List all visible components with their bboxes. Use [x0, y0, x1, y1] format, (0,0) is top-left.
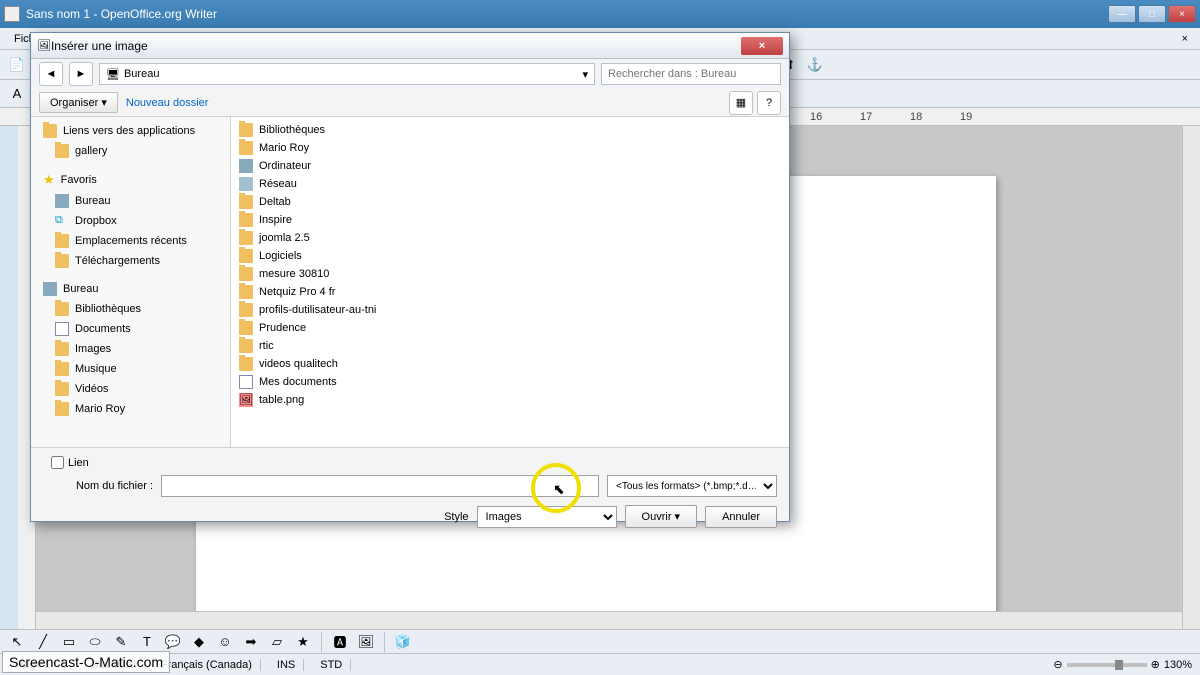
nav-fwd-icon[interactable]: ►: [69, 62, 93, 86]
sidebar-item-downloads[interactable]: Téléchargements: [31, 251, 230, 271]
sidebar-links-header[interactable]: Liens vers des applications: [31, 121, 230, 141]
horizontal-scrollbar[interactable]: [36, 611, 1182, 629]
window-titlebar: Sans nom 1 - OpenOffice.org Writer — □ ×: [0, 0, 1200, 28]
style-label: Style: [359, 511, 469, 523]
chevron-down-icon[interactable]: ▾: [582, 68, 588, 81]
organiser-button[interactable]: Organiser ▾: [39, 92, 118, 113]
doc-close-icon[interactable]: ×: [1176, 31, 1194, 47]
callout-icon[interactable]: 💬: [162, 631, 184, 653]
status-ins[interactable]: INS: [269, 659, 304, 671]
window-title: Sans nom 1 - OpenOffice.org Writer: [26, 7, 1108, 21]
status-std[interactable]: STD: [312, 659, 351, 671]
statusbar: Page 1 / 1 Standard Français (Canada) IN…: [0, 653, 1200, 675]
drawing-toolbar: ↖ ╱ ▭ ⬭ ✎ T 💬 ◆ ☺ ➡ ▱ ★ 🅰 🖼 🧊: [0, 629, 1200, 653]
maximize-button[interactable]: □: [1138, 5, 1166, 23]
dialog-sidebar: Liens vers des applications gallery ★Fav…: [31, 117, 231, 447]
dialog-close-button[interactable]: ×: [741, 37, 783, 55]
open-button[interactable]: Ouvrir ▾: [625, 505, 698, 528]
dialog-icon: 🖼: [37, 39, 51, 52]
symbol-icon[interactable]: ☺: [214, 631, 236, 653]
freeform-icon[interactable]: ✎: [110, 631, 132, 653]
file-item[interactable]: Inspire: [231, 211, 789, 229]
sidebar-item-images[interactable]: Images: [31, 339, 230, 359]
sidebar-item-marioroy[interactable]: Mario Roy: [31, 399, 230, 419]
filter-select[interactable]: <Tous les formats> (*.bmp;*.d…: [607, 475, 777, 497]
sidebar-item-videos[interactable]: Vidéos: [31, 379, 230, 399]
file-item[interactable]: Réseau: [231, 175, 789, 193]
dialog-search-input[interactable]: [601, 63, 781, 85]
file-item[interactable]: rtic: [231, 337, 789, 355]
search-all-icon[interactable]: ⚓: [804, 54, 826, 76]
zoom-value[interactable]: 130%: [1164, 659, 1192, 671]
file-item[interactable]: joomla 2.5: [231, 229, 789, 247]
watermark: Screencast-O-Matic.com: [2, 651, 170, 673]
file-item[interactable]: Netquiz Pro 4 fr: [231, 283, 789, 301]
breadcrumb[interactable]: 🖥 Bureau ▾: [99, 63, 595, 85]
new-folder-link[interactable]: Nouveau dossier: [126, 97, 209, 109]
new-doc-icon[interactable]: 📄: [6, 54, 28, 76]
sidebar-item-musique[interactable]: Musique: [31, 359, 230, 379]
sidebar-favoris-header[interactable]: ★Favoris: [31, 169, 230, 191]
cancel-button[interactable]: Annuler: [705, 506, 777, 528]
rect-icon[interactable]: ▭: [58, 631, 80, 653]
file-item[interactable]: Logiciels: [231, 247, 789, 265]
sidebar-item-recents[interactable]: Emplacements récents: [31, 231, 230, 251]
shapes-icon[interactable]: ◆: [188, 631, 210, 653]
sidebar-item-gallery[interactable]: gallery: [31, 141, 230, 161]
file-item[interactable]: videos qualitech: [231, 355, 789, 373]
ellipse-icon[interactable]: ⬭: [84, 631, 106, 653]
sidebar-item-docs[interactable]: Documents: [31, 319, 230, 339]
fontwork-icon[interactable]: 🅰: [329, 631, 351, 653]
sidebar-bureau-header[interactable]: Bureau: [31, 279, 230, 299]
sidebar-item-dropbox[interactable]: ⧉Dropbox: [31, 211, 230, 231]
view-help-icon[interactable]: ?: [757, 91, 781, 115]
filename-label: Nom du fichier :: [43, 480, 153, 492]
style-select[interactable]: Images: [477, 506, 617, 528]
close-button[interactable]: ×: [1168, 5, 1196, 23]
zoom-in-icon[interactable]: ⊕: [1151, 658, 1160, 671]
file-list[interactable]: Bibliothèques Mario Roy Ordinateur Résea…: [231, 117, 789, 447]
sidebar-item-biblio[interactable]: Bibliothèques: [31, 299, 230, 319]
dialog-title: Insérer une image: [51, 39, 741, 53]
nav-back-icon[interactable]: ◄: [39, 62, 63, 86]
file-item[interactable]: Deltab: [231, 193, 789, 211]
lien-checkbox[interactable]: [51, 456, 64, 469]
arrow-icon[interactable]: ➡: [240, 631, 262, 653]
minimize-button[interactable]: —: [1108, 5, 1136, 23]
file-item[interactable]: Mario Roy: [231, 139, 789, 157]
app-icon: [4, 6, 20, 22]
lien-label: Lien: [68, 457, 89, 469]
from-file-icon[interactable]: 🖼: [355, 631, 377, 653]
file-item[interactable]: profils-dutilisateur-au-tni: [231, 301, 789, 319]
extrusion-icon[interactable]: 🧊: [392, 631, 414, 653]
text-icon[interactable]: T: [136, 631, 158, 653]
file-item[interactable]: mesure 30810: [231, 265, 789, 283]
sidebar-item-bureau[interactable]: Bureau: [31, 191, 230, 211]
filename-input[interactable]: [161, 475, 599, 497]
view-icons-icon[interactable]: ▦: [729, 91, 753, 115]
flowchart-icon[interactable]: ▱: [266, 631, 288, 653]
zoom-out-icon[interactable]: ⊖: [1053, 658, 1062, 671]
file-item[interactable]: 🖼table.png: [231, 391, 789, 409]
desktop-icon: 🖥: [106, 68, 120, 81]
stars-icon[interactable]: ★: [292, 631, 314, 653]
vertical-scrollbar[interactable]: [1182, 126, 1200, 633]
pointer-icon[interactable]: ↖: [6, 631, 28, 653]
zoom-slider[interactable]: [1067, 663, 1147, 667]
file-item[interactable]: Ordinateur: [231, 157, 789, 175]
file-item[interactable]: Prudence: [231, 319, 789, 337]
insert-image-dialog: 🖼 Insérer une image × ◄ ► 🖥 Bureau ▾ Org…: [30, 32, 790, 522]
file-item[interactable]: Bibliothèques: [231, 121, 789, 139]
line-icon[interactable]: ╱: [32, 631, 54, 653]
styles-icon[interactable]: A: [6, 83, 28, 105]
file-item[interactable]: Mes documents: [231, 373, 789, 391]
